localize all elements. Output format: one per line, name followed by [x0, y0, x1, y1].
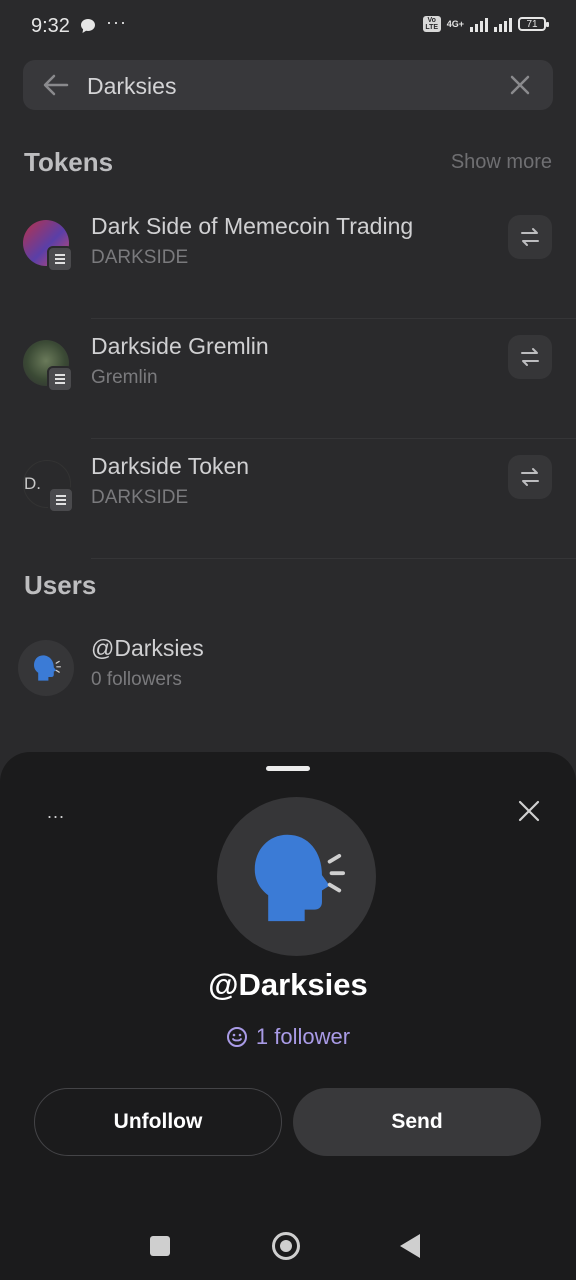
divider — [91, 318, 576, 319]
speaking-head-icon — [34, 655, 61, 681]
swap-icon — [521, 228, 539, 246]
network-type: 4G+ — [446, 19, 464, 29]
status-time: 9:32 — [31, 15, 70, 37]
swap-button[interactable] — [508, 335, 552, 379]
speaking-head-icon — [254, 834, 345, 921]
profile-followers[interactable]: 1 follower — [0, 1024, 576, 1050]
status-bar: 9:32 ··· Vo LTE 4G+ 71 — [0, 0, 576, 56]
token-avatar: D. — [23, 460, 74, 513]
unfollow-button[interactable]: Unfollow — [34, 1088, 282, 1156]
token-avatar — [23, 340, 73, 392]
back-button[interactable] — [400, 1234, 420, 1258]
user-row[interactable]: @Darksies 0 followers — [0, 622, 576, 742]
profile-sheet: ... @Darksies 1 follower Unfollow Send — [0, 752, 576, 1280]
swap-icon — [521, 348, 539, 366]
search-bar — [23, 60, 553, 110]
volte-icon: Vo LTE — [422, 16, 441, 32]
recents-button[interactable] — [150, 1236, 170, 1256]
chat-notification-icon — [81, 19, 95, 33]
token-symbol: DARKSIDE — [91, 247, 189, 268]
show-more-link[interactable]: Show more — [451, 151, 552, 174]
battery-level: 71 — [526, 18, 538, 30]
solana-icon — [47, 246, 73, 272]
token-row[interactable]: D. Darkside Token DARKSIDE — [0, 440, 576, 560]
token-name: Dark Side of Memecoin Trading — [91, 213, 414, 239]
swap-icon — [521, 468, 539, 486]
more-options-button[interactable]: ... — [47, 802, 65, 823]
divider — [91, 558, 576, 559]
battery-icon: 71 — [518, 17, 549, 31]
signal-icon-2 — [494, 16, 512, 32]
sheet-handle[interactable] — [266, 766, 310, 771]
smiley-icon — [226, 1027, 247, 1047]
swap-button[interactable] — [508, 215, 552, 259]
signal-icon — [470, 16, 488, 32]
token-avatar — [23, 220, 73, 272]
clear-icon[interactable] — [509, 74, 531, 96]
users-title: Users — [24, 570, 97, 600]
more-notifications-icon: ··· — [106, 12, 127, 32]
solana-icon — [48, 487, 74, 513]
token-row[interactable]: Darkside Gremlin Gremlin — [0, 320, 576, 440]
token-symbol: Gremlin — [91, 367, 158, 388]
token-row[interactable]: Dark Side of Memecoin Trading DARKSIDE — [0, 200, 576, 320]
send-button[interactable]: Send — [293, 1088, 541, 1156]
search-input[interactable] — [85, 68, 489, 104]
user-followers: 0 followers — [91, 669, 182, 690]
profile-username: @Darksies — [208, 967, 368, 1002]
token-name: Darkside Token — [91, 453, 250, 479]
back-arrow-icon[interactable] — [43, 73, 69, 97]
token-name: Darkside Gremlin — [91, 333, 269, 359]
profile-avatar — [217, 797, 376, 956]
system-nav-bar — [0, 1210, 576, 1280]
close-icon[interactable] — [518, 800, 540, 822]
token-symbol: DARKSIDE — [91, 487, 189, 508]
user-name: @Darksies — [91, 635, 204, 661]
tokens-title: Tokens — [24, 147, 114, 177]
home-button[interactable] — [272, 1232, 300, 1260]
solana-icon — [47, 366, 73, 392]
profile-follower-count: 1 follower — [255, 1024, 351, 1049]
swap-button[interactable] — [508, 455, 552, 499]
divider — [91, 438, 576, 439]
user-avatar — [18, 640, 74, 696]
token-avatar-text: D. — [24, 474, 41, 493]
